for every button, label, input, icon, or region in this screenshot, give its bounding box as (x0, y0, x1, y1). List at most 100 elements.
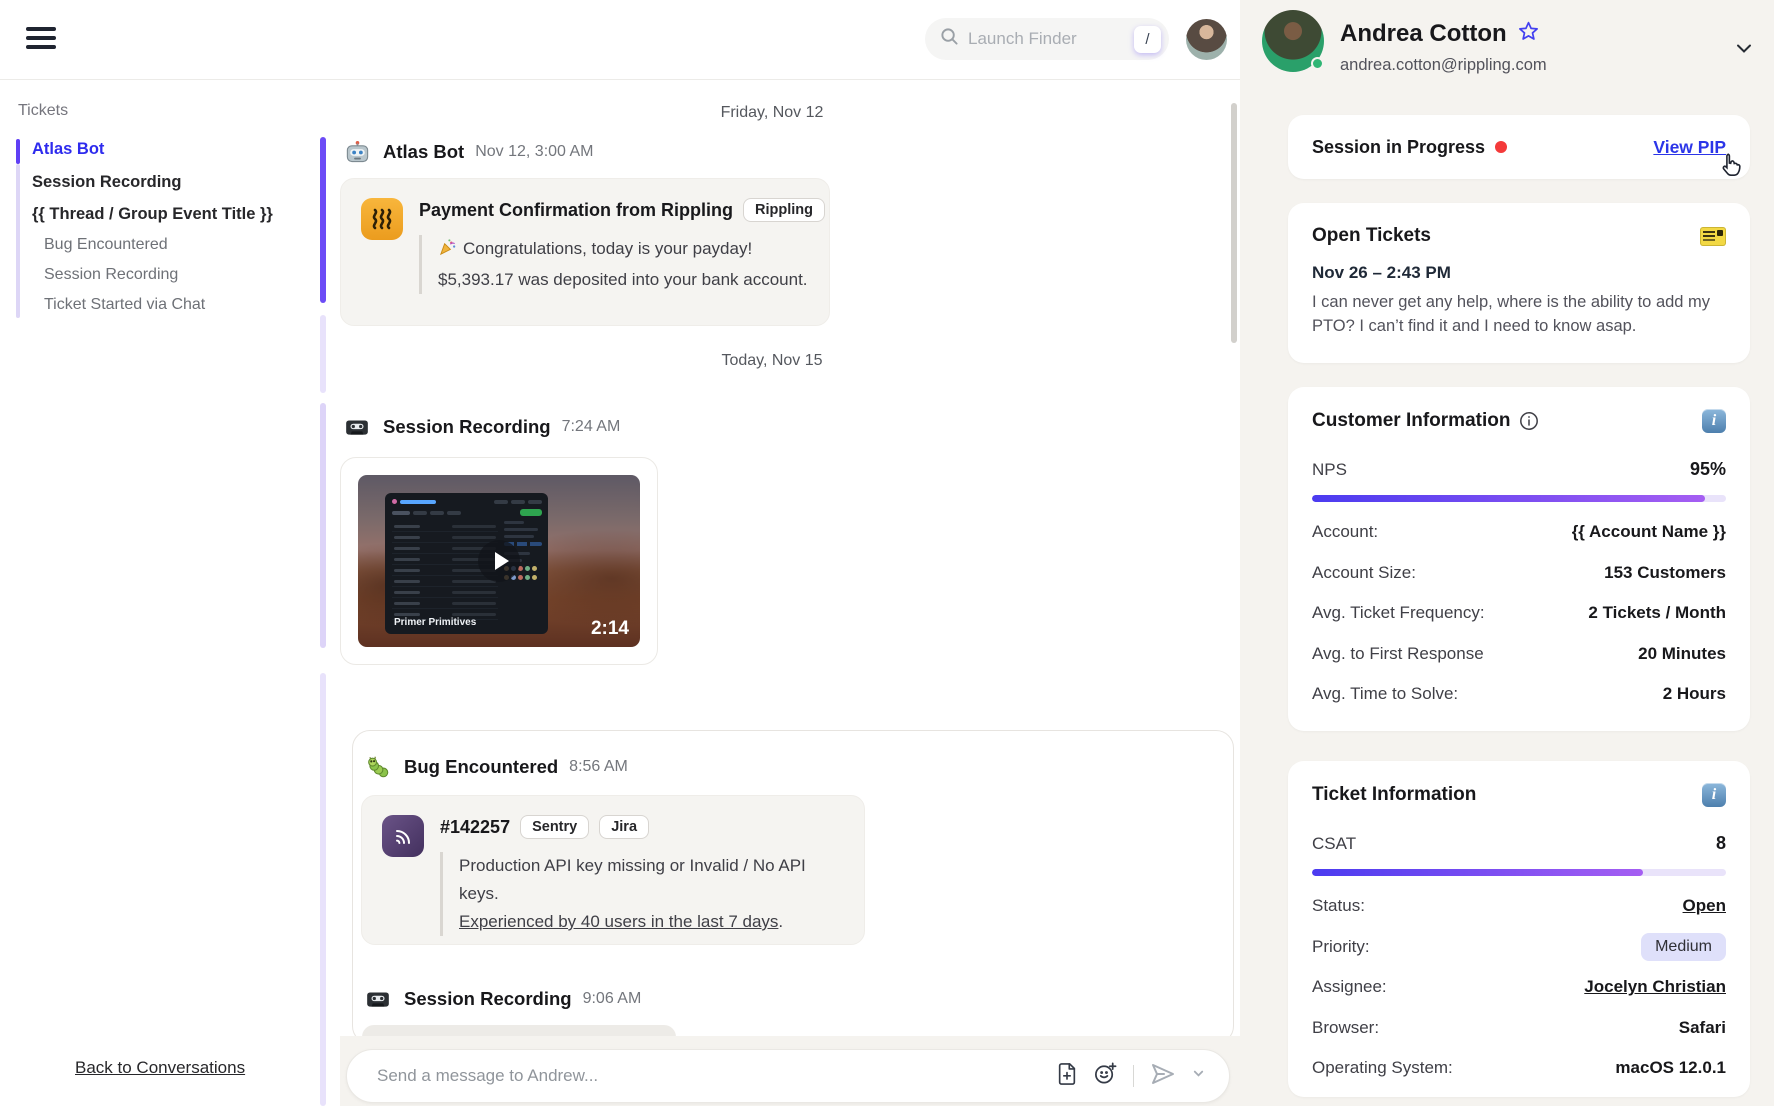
info-row-time-to-solve: Avg. Time to Solve:2 Hours (1312, 674, 1726, 715)
assignee-link[interactable]: Jocelyn Christian (1584, 977, 1726, 997)
bug-ticket-card: #142257 Sentry Jira Production API key m… (361, 795, 865, 945)
message-header-session-recording-2: Session Recording 9:06 AM (363, 981, 641, 1017)
sidebar-item-bug-encountered[interactable]: Bug Encountered (44, 236, 168, 254)
online-status-dot (1311, 57, 1324, 70)
payment-card-body: Congratulations, today is your payday! $… (419, 235, 825, 294)
payment-card-title: Payment Confirmation from Rippling (419, 200, 733, 221)
sidebar-item-thread-group-title[interactable]: {{ Thread / Group Event Title }} (32, 205, 273, 224)
play-button[interactable] (478, 540, 520, 582)
sidebar-item-session-recording-2[interactable]: Session Recording (44, 266, 178, 284)
customer-avatar[interactable] (1262, 10, 1324, 72)
message-input[interactable] (377, 1066, 1056, 1086)
video-duration: 2:14 (591, 618, 629, 640)
open-ticket-message: I can never get any help, where is the a… (1312, 290, 1726, 338)
payment-confirmation-card: Payment Confirmation from Rippling Rippl… (340, 178, 830, 326)
customer-email: andrea.cotton@rippling.com (1340, 56, 1547, 75)
top-bar: / (0, 0, 1240, 80)
message-header-atlas-bot: Atlas Bot Nov 12, 3:00 AM (342, 134, 594, 170)
info-row-browser: Browser:Safari (1312, 1008, 1726, 1049)
nps-progress-fill (1312, 495, 1705, 502)
info-row-first-response: Avg. to First Response20 Minutes (1312, 634, 1726, 675)
info-row-priority: Priority:Medium (1312, 927, 1726, 968)
message-header-bug-encountered: Bug Encountered 8:56 AM (363, 749, 628, 785)
bug-affected-users-link[interactable]: Experienced by 40 users in the last 7 da… (459, 912, 778, 931)
favorite-star-icon[interactable] (1517, 20, 1540, 48)
thread-group-container: Bug Encountered 8:56 AM #142257 Sentry J… (352, 730, 1234, 1044)
session-in-progress-card: Session in Progress View PIP (1288, 115, 1750, 179)
composer-area (340, 1036, 1240, 1106)
nps-value: 95% (1690, 459, 1726, 480)
csat-progress-track (1312, 869, 1726, 876)
info-row-account-size: Account Size:153 Customers (1312, 553, 1726, 594)
composer-divider (1133, 1065, 1135, 1087)
info-emoji-icon[interactable]: i (1702, 409, 1726, 433)
search-icon (940, 27, 959, 51)
open-tickets-title: Open Tickets (1312, 225, 1431, 247)
session-recording-video-card[interactable]: Primer Primitives 2:14 (340, 457, 658, 665)
sidebar-active-rail (16, 139, 20, 164)
info-row-assignee: Assignee:Jocelyn Christian (1312, 967, 1726, 1008)
current-user-avatar[interactable] (1186, 19, 1227, 60)
sidebar-item-atlas-bot[interactable]: Atlas Bot (32, 140, 104, 159)
date-separator: Today, Nov 15 (340, 352, 1204, 370)
search-bar[interactable]: / (925, 18, 1169, 60)
customer-panel: Andrea Cotton andrea.cotton@rippling.com… (1240, 0, 1774, 1106)
customer-info-title: Customer Information (1312, 410, 1510, 432)
recorded-browser-window: Primer Primitives (385, 493, 548, 634)
csat-value: 8 (1716, 833, 1726, 854)
info-row-ticket-frequency: Avg. Ticket Frequency:2 Tickets / Month (1312, 593, 1726, 634)
nps-label: NPS (1312, 460, 1347, 480)
info-row-status: Status:Open (1312, 886, 1726, 927)
cassette-icon (342, 414, 372, 440)
back-to-conversations-link[interactable]: Back to Conversations (75, 1058, 245, 1078)
info-circle-icon[interactable] (1519, 411, 1539, 431)
bug-ticket-id: #142257 (440, 817, 510, 838)
party-popper-icon (438, 238, 457, 266)
tickets-section-label: Tickets (18, 102, 68, 120)
customer-name: Andrea Cotton (1340, 20, 1507, 48)
priority-badge: Medium (1641, 933, 1726, 961)
bug-ticket-body: Production API key missing or Invalid / … (440, 852, 844, 936)
search-shortcut-key: / (1134, 26, 1161, 53)
recording-status-dot (1495, 141, 1507, 153)
session-card-title: Session in Progress (1312, 137, 1485, 158)
sidebar-item-ticket-started-via-chat[interactable]: Ticket Started via Chat (44, 296, 205, 314)
info-row-os: Operating System:macOS 12.0.1 (1312, 1048, 1726, 1089)
ticket-emoji-icon (1700, 227, 1726, 246)
send-options-chevron-icon[interactable] (1192, 1067, 1205, 1085)
view-pip-link[interactable]: View PIP (1653, 137, 1726, 158)
search-input[interactable] (968, 29, 1134, 49)
sentry-logo-icon (382, 815, 424, 857)
cassette-icon (363, 986, 393, 1012)
timeline-rail-segment (320, 403, 326, 648)
ticket-info-title: Ticket Information (1312, 784, 1476, 806)
sidebar-rail (16, 164, 20, 318)
info-emoji-icon[interactable]: i (1702, 783, 1726, 807)
message-header-session-recording: Session Recording 7:24 AM (342, 409, 620, 445)
attach-file-icon[interactable] (1056, 1062, 1078, 1091)
emoji-picker-icon[interactable] (1093, 1061, 1118, 1091)
video-thumbnail: Primer Primitives 2:14 (358, 475, 640, 647)
status-open-link[interactable]: Open (1683, 896, 1726, 916)
collapse-panel-chevron-icon[interactable] (1732, 36, 1756, 65)
timeline-rail-segment (320, 673, 326, 1106)
chat-scrollbar[interactable] (1231, 103, 1237, 343)
rippling-logo-icon (361, 198, 403, 240)
pointer-cursor-icon (1718, 152, 1744, 185)
video-caption: Primer Primitives (394, 617, 476, 628)
jira-badge: Jira (599, 815, 649, 839)
open-ticket-timestamp: Nov 26 – 2:43 PM (1312, 263, 1726, 283)
date-separator: Friday, Nov 12 (340, 104, 1204, 122)
ticket-information-card: Ticket Information i CSAT 8 Status:Open … (1288, 761, 1750, 1097)
hamburger-menu-icon[interactable] (26, 27, 56, 51)
caterpillar-icon (363, 754, 393, 780)
sidebar-item-session-recording[interactable]: Session Recording (32, 173, 181, 192)
message-composer[interactable] (346, 1049, 1230, 1103)
csat-progress-fill (1312, 869, 1643, 876)
nps-progress-track (1312, 495, 1726, 502)
timeline-rail-segment (320, 315, 326, 393)
send-icon[interactable] (1149, 1061, 1177, 1092)
rippling-badge: Rippling (743, 198, 825, 222)
open-tickets-card: Open Tickets Nov 26 – 2:43 PM I can neve… (1288, 203, 1750, 363)
customer-information-card: Customer Information i NPS 95% Account:{… (1288, 387, 1750, 731)
